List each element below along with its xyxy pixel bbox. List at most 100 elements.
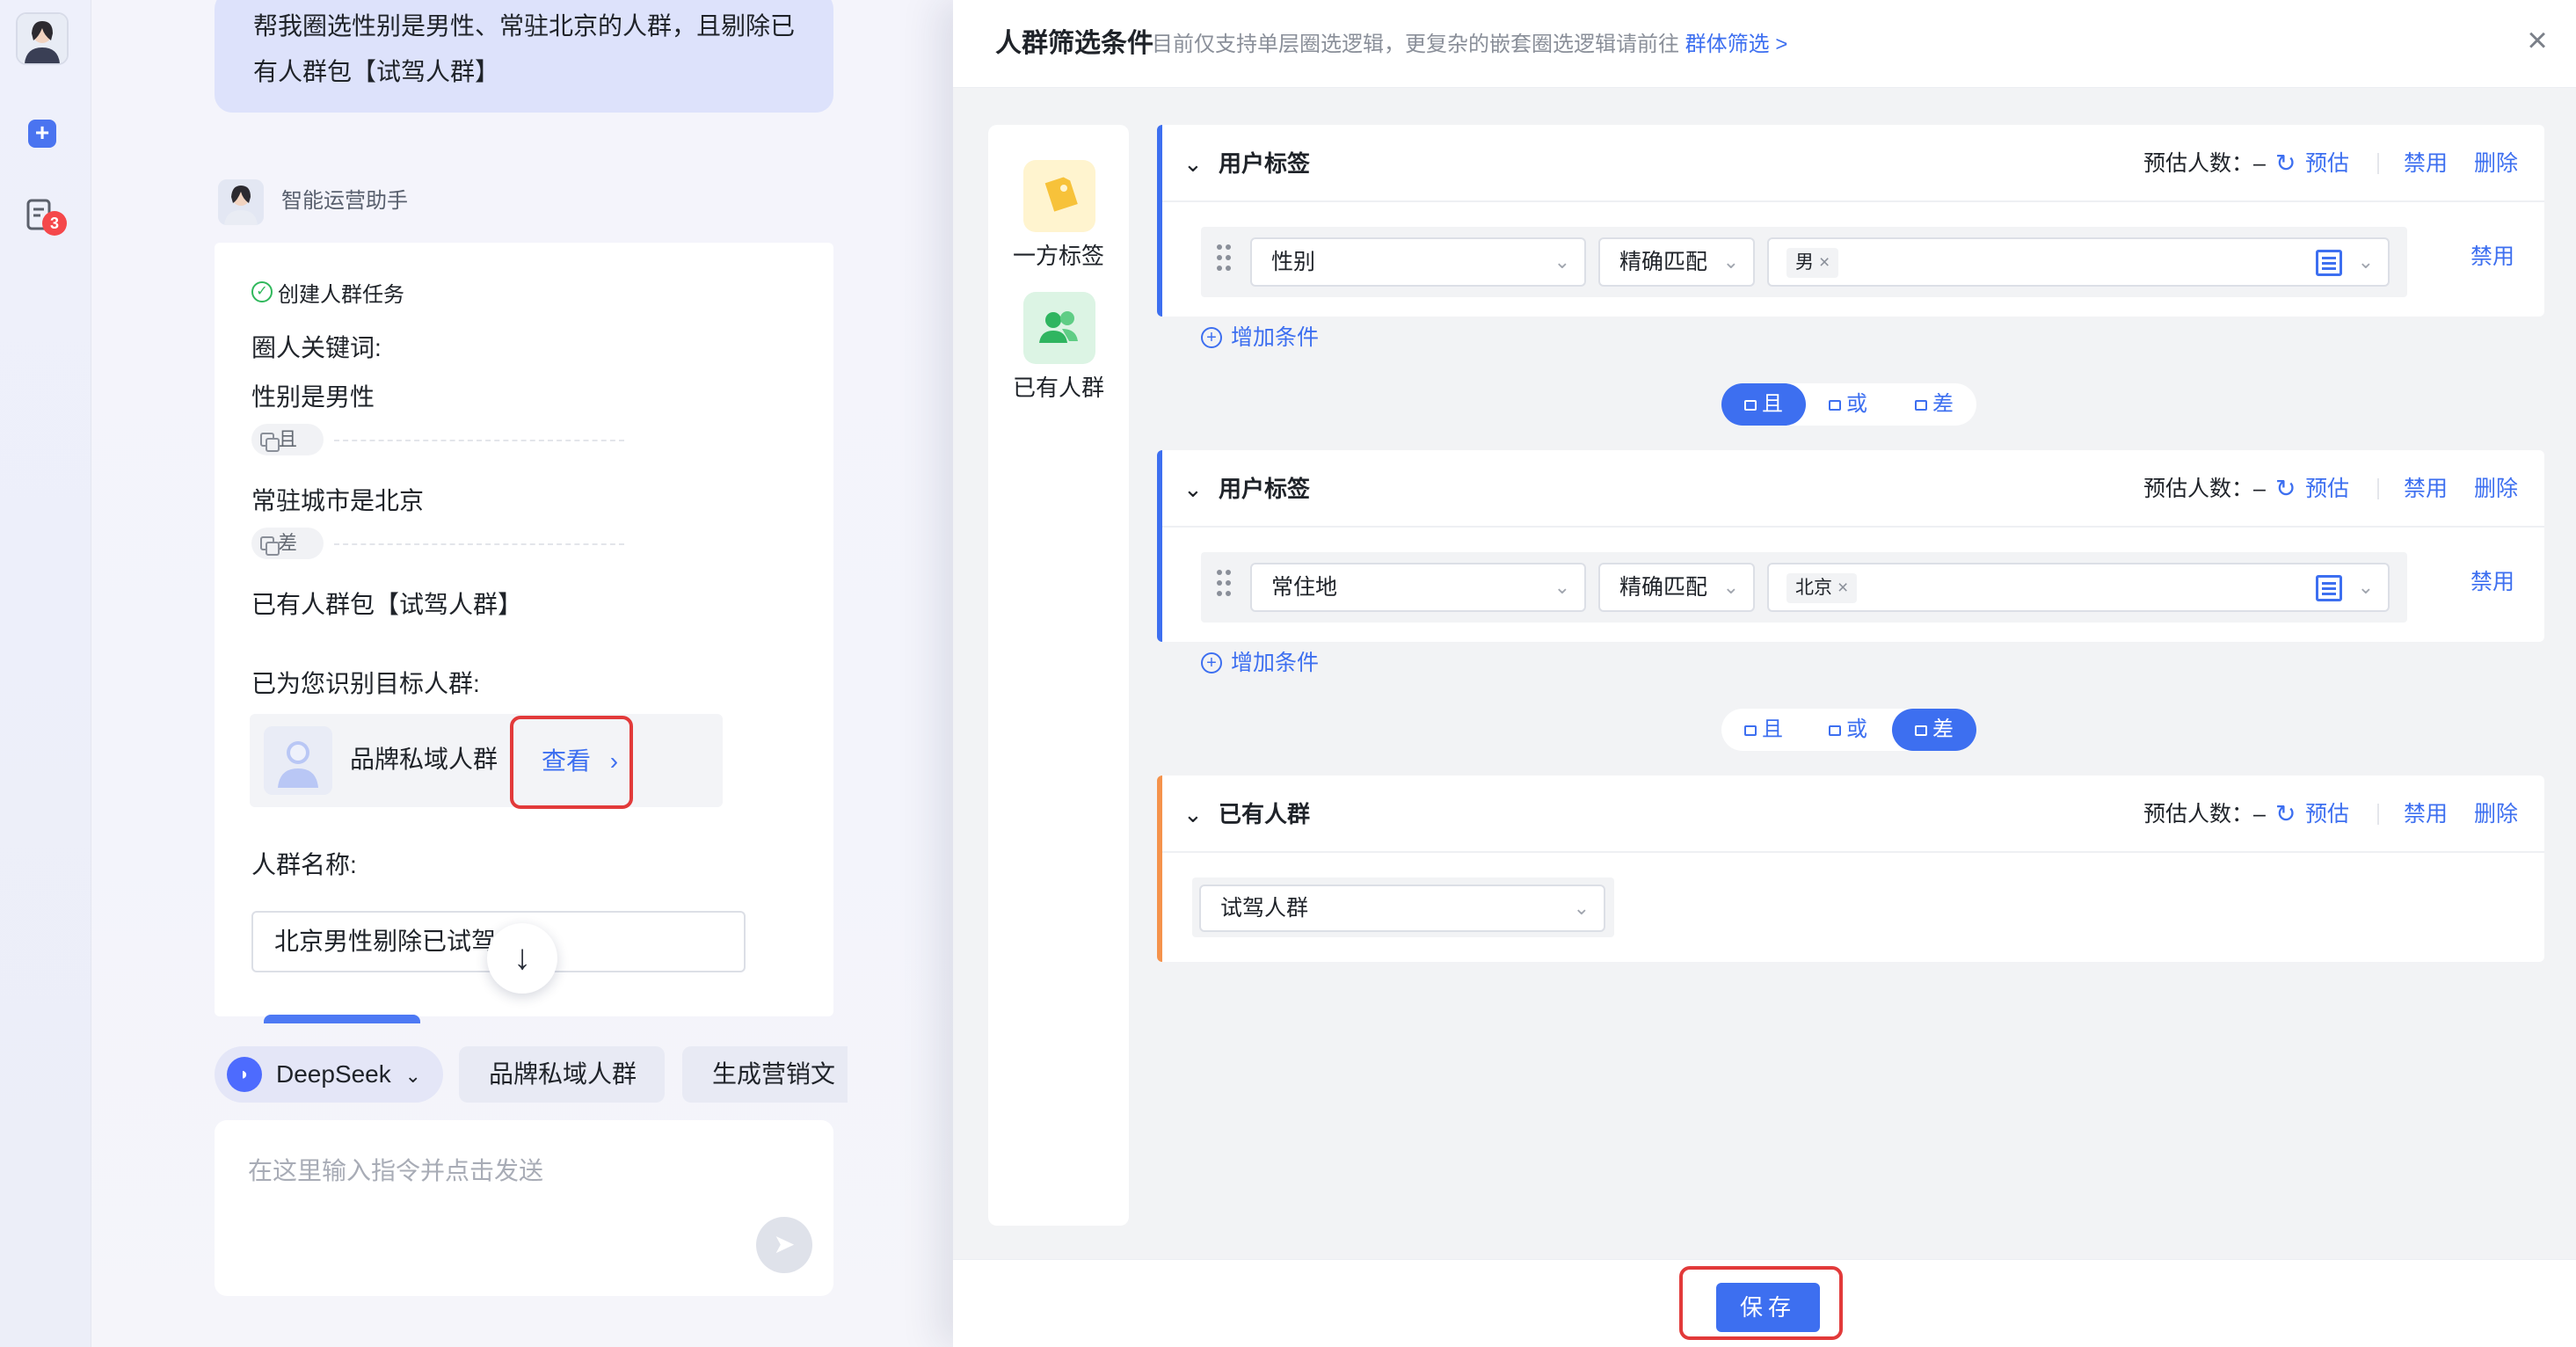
- chevron-down-icon: ⌄: [2357, 251, 2374, 273]
- close-icon[interactable]: ×: [2520, 23, 2555, 58]
- drawer-header: 人群筛选条件 目前仅支持单层圈选逻辑，更复杂的嵌套圈选逻辑请前往 群体筛选 > …: [953, 0, 2576, 88]
- logic-icon: [260, 536, 280, 556]
- estimate-count: 预估人数：–: [2143, 477, 2266, 501]
- audience-name: 品牌私域人群: [350, 746, 498, 773]
- crowd-select[interactable]: 试驾人群 ⌄: [1199, 885, 1605, 932]
- value-tag[interactable]: 北京 ×: [1786, 573, 1858, 603]
- group-header: ⌄ 用户标签 预估人数：– ↻ 预估 禁用 删除: [1162, 125, 2544, 202]
- add-condition-label: 增加条件: [1231, 651, 1320, 675]
- chevron-down-icon[interactable]: ⌄: [1183, 148, 1203, 179]
- delete-group-button[interactable]: 删除: [2474, 148, 2518, 179]
- plus-circle-icon: +: [1201, 652, 1222, 674]
- task-card: ✓ 创建人群任务 圈人关键词: 性别是男性 且 常驻城市是北京 差 已有人群包【…: [215, 243, 833, 1016]
- identified-label: 已为您识别目标人群:: [251, 670, 480, 697]
- logic-icon: [1915, 400, 1927, 411]
- chip-brand-audience[interactable]: 品牌私域人群: [459, 1046, 665, 1103]
- highlight-frame: [510, 716, 633, 809]
- logic-and-button[interactable]: 且: [1721, 383, 1806, 426]
- delete-group-button[interactable]: 删除: [2474, 798, 2518, 830]
- drawer-title: 人群筛选条件: [995, 29, 1153, 58]
- condition-text: 常驻城市是北京: [251, 487, 425, 514]
- send-icon[interactable]: ➤: [756, 1217, 812, 1273]
- chevron-down-icon: ⌄: [1573, 897, 1590, 919]
- confirm-button-edge[interactable]: [264, 1015, 420, 1023]
- group-title: 用户标签: [1219, 150, 1311, 177]
- chip-marketing-copy[interactable]: 生成营销文: [682, 1046, 848, 1103]
- drawer-subtitle: 目前仅支持单层圈选逻辑，更复杂的嵌套圈选逻辑请前往 群体筛选 >: [1152, 30, 1787, 60]
- chat-input-placeholder: 在这里输入指令并点击发送: [248, 1157, 544, 1184]
- assistant-avatar: [218, 179, 264, 225]
- logic-pill-minus: 差: [251, 528, 324, 559]
- tag-close-icon[interactable]: ×: [1819, 252, 1830, 273]
- chevron-down-icon[interactable]: ⌄: [1183, 473, 1203, 505]
- add-condition-button[interactable]: + 增加条件: [1201, 647, 1319, 679]
- logic-or-button[interactable]: 或: [1806, 709, 1890, 751]
- logic-label: 差: [1932, 717, 1954, 741]
- value-tag[interactable]: 男 ×: [1786, 248, 1839, 278]
- group-title: 用户标签: [1219, 476, 1311, 502]
- chat-input[interactable]: 在这里输入指令并点击发送 ➤: [215, 1120, 833, 1296]
- estimate-button[interactable]: 预估: [2305, 473, 2349, 505]
- delete-group-button[interactable]: 删除: [2474, 473, 2518, 505]
- divider: [2377, 804, 2379, 825]
- chevron-down-icon[interactable]: ⌄: [1183, 798, 1203, 830]
- refresh-icon[interactable]: ↻: [2275, 798, 2296, 830]
- logic-and-button[interactable]: 且: [1721, 709, 1806, 751]
- estimate-count: 预估人数：–: [2143, 151, 2266, 176]
- drag-handle-icon[interactable]: [1217, 244, 1234, 280]
- tag-label: 男: [1795, 252, 1814, 273]
- user-message: 帮我圈选性别是男性、常驻北京的人群，且剔除已有人群包【试驾人群】: [215, 0, 833, 113]
- refresh-icon[interactable]: ↻: [2275, 473, 2296, 505]
- group-filter-link[interactable]: 群体筛选 >: [1685, 33, 1788, 56]
- disable-group-button[interactable]: 禁用: [2404, 473, 2448, 505]
- logic-label: 且: [1762, 392, 1783, 416]
- crowd-name-label: 人群名称:: [251, 851, 357, 878]
- field-select[interactable]: 常住地 ⌄: [1250, 563, 1586, 612]
- value-select[interactable]: 北京 × ⌄: [1767, 563, 2390, 612]
- check-circle-icon: ✓: [251, 281, 273, 302]
- user-avatar[interactable]: [16, 12, 69, 65]
- estimate-button[interactable]: 预估: [2305, 148, 2349, 179]
- filter-drawer: 人群筛选条件 目前仅支持单层圈选逻辑，更复杂的嵌套圈选逻辑请前往 群体筛选 > …: [953, 0, 2576, 1347]
- match-select[interactable]: 精确匹配 ⌄: [1598, 237, 1755, 287]
- logic-label: 或: [1846, 392, 1867, 416]
- logic-or-button[interactable]: 或: [1806, 383, 1890, 426]
- source-tabs: 一方标签 已有人群: [988, 125, 1129, 1226]
- chevron-down-icon: ⌄: [1554, 251, 1570, 273]
- subtitle-text: 目前仅支持单层圈选逻辑，更复杂的嵌套圈选逻辑请前往: [1152, 33, 1679, 56]
- list-icon[interactable]: [2316, 575, 2342, 601]
- logic-minus-button[interactable]: 差: [1892, 709, 1976, 751]
- refresh-icon[interactable]: ↻: [2275, 148, 2296, 179]
- scroll-down-icon[interactable]: ↓: [487, 923, 557, 994]
- logic-minus-button[interactable]: 差: [1892, 383, 1976, 426]
- divider: [2377, 153, 2379, 174]
- disable-row-button[interactable]: 禁用: [2470, 566, 2514, 598]
- logic-switch-1: 且 或 差: [1721, 383, 1976, 426]
- tag-close-icon[interactable]: ×: [1837, 578, 1848, 598]
- add-condition-label: 增加条件: [1231, 325, 1320, 350]
- condition-group-city: ⌄ 用户标签 预估人数：– ↻ 预估 禁用 删除 常住地 ⌄ 精确匹配 ⌄ 北京 × …: [1157, 450, 2544, 675]
- field-select[interactable]: 性别 ⌄: [1250, 237, 1586, 287]
- match-select[interactable]: 精确匹配 ⌄: [1598, 563, 1755, 612]
- disable-row-button[interactable]: 禁用: [2470, 241, 2514, 273]
- disable-group-button[interactable]: 禁用: [2404, 798, 2448, 830]
- logic-icon: [1744, 725, 1757, 736]
- add-condition-button[interactable]: + 增加条件: [1201, 322, 1319, 353]
- left-rail: + 3: [0, 0, 91, 1347]
- new-chat-icon[interactable]: +: [28, 120, 56, 148]
- field-value: 常住地: [1271, 575, 1338, 600]
- model-selector[interactable]: ◗ DeepSeek ⌄: [215, 1046, 443, 1103]
- estimate-button[interactable]: 预估: [2305, 798, 2349, 830]
- value-select[interactable]: 男 × ⌄: [1767, 237, 2390, 287]
- tag-label: 北京: [1795, 578, 1832, 598]
- tab-label: 已有人群: [1012, 375, 1104, 401]
- group-header: ⌄ 已有人群 预估人数：– ↻ 预估 禁用 删除: [1162, 775, 2544, 853]
- drag-handle-icon[interactable]: [1217, 570, 1234, 605]
- match-value: 精确匹配: [1619, 575, 1708, 600]
- divider: [2377, 478, 2379, 499]
- field-value: 性别: [1271, 250, 1316, 274]
- disable-group-button[interactable]: 禁用: [2404, 148, 2448, 179]
- list-icon[interactable]: [2316, 250, 2342, 276]
- chat-panel: 帮我圈选性别是男性、常驻北京的人群，且剔除已有人群包【试驾人群】 智能运营助手 …: [91, 0, 953, 1347]
- logic-switch-2: 且 或 差: [1721, 709, 1976, 751]
